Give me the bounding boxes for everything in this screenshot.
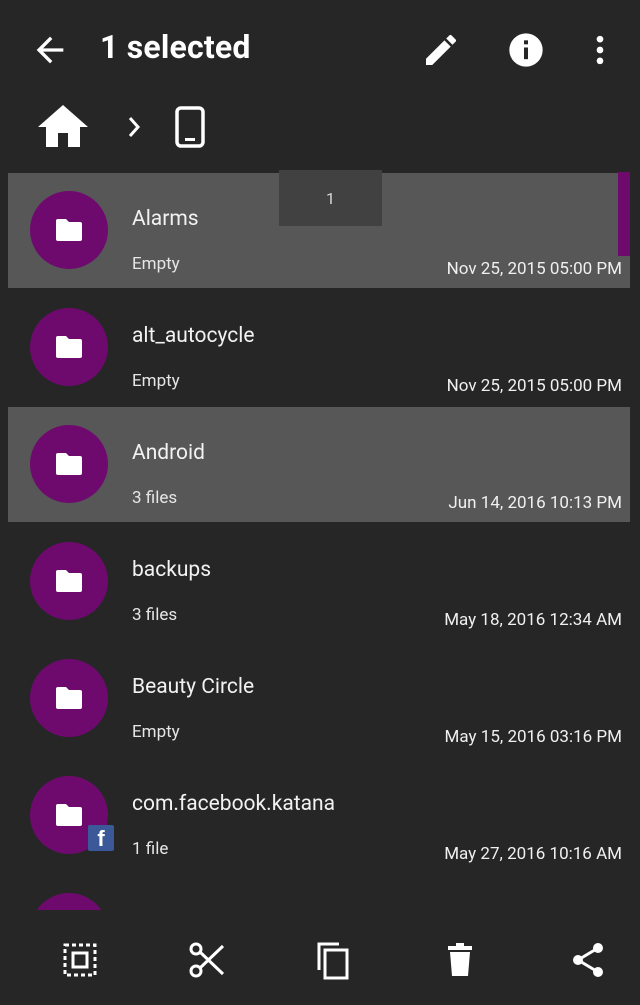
page-title: 1 selected (100, 28, 251, 66)
item-name: alt_autocycle (132, 324, 255, 348)
arrow-back-icon (36, 36, 64, 64)
item-meta: 3 files (132, 488, 178, 508)
list-item[interactable]: alt_autocycle Empty Nov 25, 2015 05:00 P… (8, 290, 630, 405)
item-name: Alarms (132, 207, 199, 231)
item-name: Android (132, 441, 205, 465)
pencil-icon (426, 34, 457, 65)
copy-icon (317, 942, 349, 980)
copy-button[interactable] (313, 940, 353, 980)
folder-avatar (30, 425, 108, 503)
folder-icon (56, 336, 82, 358)
list-item[interactable]: f com.facebook.katana 1 file May 27, 201… (8, 758, 630, 873)
breadcrumb-device[interactable] (174, 106, 206, 152)
cut-button[interactable] (187, 940, 227, 980)
folder-avatar (30, 191, 108, 269)
scrollbar-thumb[interactable] (618, 172, 630, 256)
info-button[interactable] (506, 28, 546, 72)
list-item[interactable] (8, 875, 630, 910)
chevron-right-icon (128, 117, 141, 137)
more-options-button[interactable] (580, 28, 620, 72)
phone-icon (175, 106, 205, 148)
app-bar: 1 selected (0, 0, 640, 100)
item-meta: 1 file (132, 839, 169, 859)
share-icon (573, 943, 603, 977)
more-vert-icon (596, 35, 604, 65)
delete-button[interactable] (440, 940, 480, 980)
item-name: Beauty Circle (132, 675, 255, 699)
facebook-badge-icon: f (88, 825, 114, 851)
folder-icon (56, 219, 82, 241)
folder-icon (56, 453, 82, 475)
folder-icon (56, 570, 82, 592)
folder-avatar (30, 893, 108, 910)
breadcrumb-home[interactable] (36, 103, 90, 153)
share-button[interactable] (568, 940, 608, 980)
list-item[interactable]: Beauty Circle Empty May 15, 2016 03:16 P… (8, 641, 630, 756)
home-icon (38, 105, 88, 147)
item-meta: Empty (132, 722, 180, 742)
folder-icon (56, 804, 82, 826)
folder-icon (56, 687, 82, 709)
bottom-action-bar (0, 910, 640, 1005)
select-all-icon (63, 943, 97, 977)
item-date: Jun 14, 2016 10:13 PM (448, 493, 622, 513)
breadcrumb-separator (124, 114, 144, 144)
item-date: May 27, 2016 10:16 AM (444, 844, 622, 864)
item-date: May 18, 2016 12:34 AM (444, 610, 622, 630)
item-name: com.facebook.katana (132, 792, 336, 816)
item-meta: 3 files (132, 605, 178, 625)
item-meta: Empty (132, 371, 180, 391)
item-date: Nov 25, 2015 05:00 PM (446, 376, 622, 396)
folder-avatar (30, 659, 108, 737)
item-name: backups (132, 558, 212, 582)
info-icon (509, 33, 543, 67)
back-button[interactable] (30, 30, 70, 70)
list-item[interactable]: Android 3 files Jun 14, 2016 10:13 PM (8, 407, 630, 522)
cut-icon (189, 942, 225, 978)
fast-scroll-indicator: 1 (279, 170, 382, 226)
item-date: Nov 25, 2015 05:00 PM (446, 259, 622, 279)
item-date: May 15, 2016 03:16 PM (444, 727, 622, 747)
folder-avatar (30, 542, 108, 620)
file-list: Alarms Empty Nov 25, 2015 05:00 PM alt_a… (0, 170, 640, 910)
list-item[interactable]: backups 3 files May 18, 2016 12:34 AM (8, 524, 630, 639)
rename-button[interactable] (421, 28, 461, 72)
select-all-button[interactable] (60, 940, 100, 980)
delete-icon (448, 943, 472, 976)
item-meta: Empty (132, 254, 180, 274)
folder-avatar (30, 308, 108, 386)
